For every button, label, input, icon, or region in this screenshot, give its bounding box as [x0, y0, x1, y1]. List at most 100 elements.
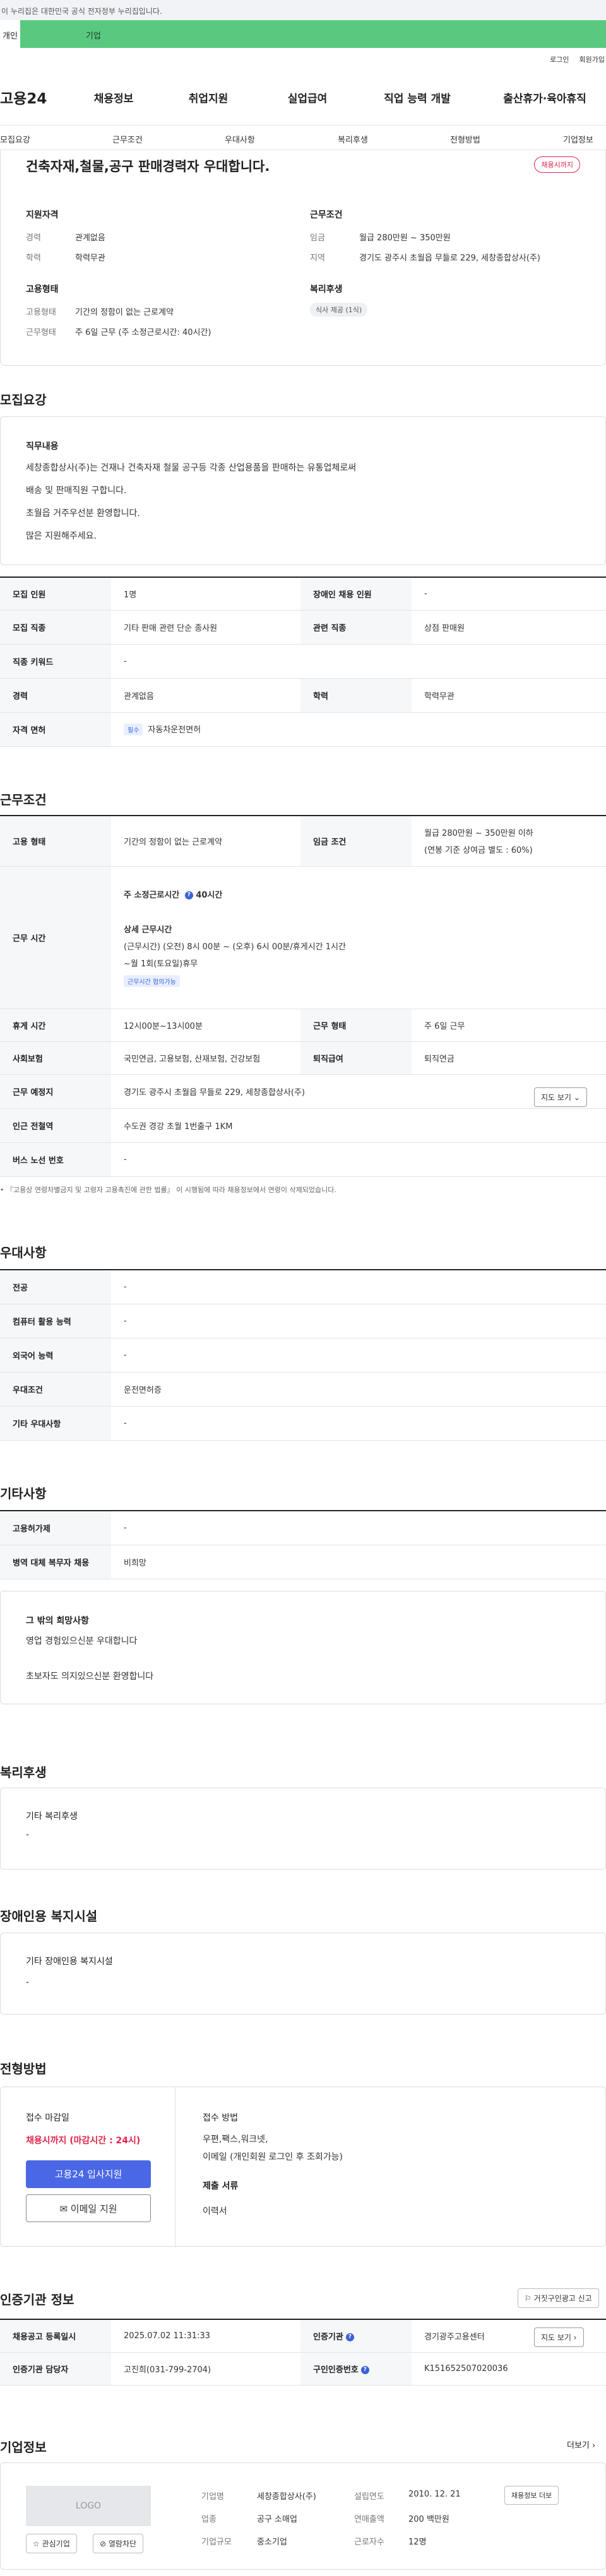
table-row: 휴게 시간 12시00분~13시00분 근무 형태 주 6일 근무: [0, 1009, 606, 1042]
other-wish-line: 초보자도 의지있으신분 환영합니다: [26, 1671, 154, 1682]
cell-label: 전공: [0, 1270, 111, 1304]
job-summary-card: 건축자재,철물,공구 판매경력자 우대합니다. 채용시까지 지원자격 경력 관계…: [0, 150, 606, 366]
cell-value: 월급 280만원 ~ 350만원 이하 (연봉 기준 상여금 별도 : 60%): [412, 816, 606, 867]
deadline-heading: 접수 마감일: [26, 2113, 69, 2123]
more-link[interactable]: 더보기 ›: [567, 2438, 595, 2450]
info-icon[interactable]: ?: [184, 891, 193, 899]
gov-banner: 이 누리집은 대한민국 공식 전자정부 누리집입니다.: [0, 0, 606, 20]
company-jobs-button[interactable]: 채용정보 더보: [504, 2486, 559, 2505]
age-note: • 『고용상 연령차별금지 및 고령자 고용촉진에 관한 법률』 이 시행됨에 …: [0, 1186, 336, 1194]
table-row: 고용 형태 기간의 정함이 없는 근로계약 임금 조건 월급 280만원 ~ 35…: [0, 816, 606, 867]
interest-label: 관심기업: [42, 2539, 70, 2548]
interest-company-button[interactable]: ☆ 관심기업: [26, 2534, 77, 2553]
report-fake-ad-label: 거짓구인광고 신고: [533, 2294, 592, 2303]
cell-label: 근무 시간: [0, 866, 111, 1009]
table-row: 모집 직종 기타 판매 관련 단순 종사원 관련 직종 상점 판매원: [0, 610, 606, 645]
cell-label: 임금 조건: [300, 816, 412, 867]
star-icon: ☆: [33, 2539, 42, 2548]
duty-line: 세창종합상사(주)는 건재나 건축자재 철물 공구등 각종 산업용품을 판매하는…: [26, 463, 357, 473]
gnb-unemployment-benefits[interactable]: 실업급여: [264, 90, 351, 105]
cell-label: 근무 예정지: [0, 1074, 111, 1109]
section-nav: 모집요강 근무조건 우대사항 복리후생 전형방법 기업정보: [0, 125, 606, 150]
login-link[interactable]: 로그인: [550, 54, 569, 64]
etc-table: 고용허가제 - 병역 대체 복무자 채용 비희망: [0, 1510, 606, 1579]
report-fake-ad-button[interactable]: ⚐ 거짓구인광고 신고: [518, 2288, 599, 2308]
subnav-company[interactable]: 기업정보: [563, 133, 593, 145]
tab-personal[interactable]: 개인: [0, 20, 20, 48]
info-icon[interactable]: ?: [360, 2365, 369, 2374]
subnav-recruit[interactable]: 모집요강: [0, 133, 30, 145]
docs-heading: 제출 서류: [203, 2181, 239, 2191]
cell-value: 12시00분~13시00분: [111, 1009, 300, 1042]
duty-line: 초월읍 거주우선분 환영합니다.: [26, 508, 140, 518]
block-view-button[interactable]: ⊘ 열람차단: [93, 2534, 144, 2553]
employment-type-label: 고용형태: [26, 308, 56, 317]
email-apply-button[interactable]: ✉ 이메일 지원: [26, 2194, 151, 2222]
wage-line: 월급 280만원 ~ 350만원 이하: [424, 829, 533, 839]
cell-value: 주 소정근로시간 ? 40시간 상세 근무시간 (근무시간) (오전) 8시 0…: [111, 866, 606, 1009]
duty-line: 배송 및 판매직원 구합니다.: [26, 486, 127, 496]
work-type-value: 주 6일 근무 (주 소정근로시간: 40시간): [75, 328, 211, 337]
company-name-label: 기업명: [201, 2492, 224, 2502]
work-table: 고용 형태 기간의 정함이 없는 근로계약 임금 조건 월급 280만원 ~ 35…: [0, 815, 606, 1177]
cell-value: 필수 자동차운전면허: [111, 712, 606, 747]
recruit-title: 모집요강: [0, 392, 47, 407]
cell-label: 인증기관 담당자: [0, 2352, 111, 2386]
detail-hours-line: (근무시간) (오전) 8시 00분 ~ (오후) 6시 00분/휴게시간 1시…: [124, 942, 346, 952]
detail-hours-heading: 상세 근무시간: [124, 925, 172, 935]
email-apply-label: 이메일 지원: [70, 2203, 117, 2215]
gnb-jobs[interactable]: 채용정보: [74, 90, 153, 105]
gnb-skills-development[interactable]: 직업 능력 개발: [351, 90, 484, 105]
welfare-box: 기타 복리후생 -: [0, 1788, 606, 1870]
table-row: 병역 대체 복무자 채용 비희망: [0, 1545, 606, 1579]
cell-label: 채용공고 등록일시: [0, 2319, 111, 2353]
gnb-parental-leave[interactable]: 출산휴가·육아휴직: [484, 90, 606, 105]
license-value: 자동차운전면허: [148, 725, 201, 735]
cell-value: 1명: [111, 577, 300, 611]
org-map-button[interactable]: 지도 보기 ›: [534, 2327, 584, 2347]
cell-value: 고진희(031-799-2704): [111, 2352, 300, 2386]
other-wish-line: 영업 경험있으신분 우대합니다: [26, 1636, 138, 1646]
table-row: 인증기관 담당자 고진희(031-799-2704) 구인인증번호? K151652…: [0, 2352, 606, 2386]
global-nav: 고용24 채용정보 취업지원 실업급여 직업 능력 개발 출산휴가·육아휴직: [0, 83, 606, 111]
welfare-title: 복리후생: [0, 1765, 47, 1780]
cell-label: 휴게 시간: [0, 1009, 111, 1042]
signup-link[interactable]: 회원가입: [579, 54, 605, 64]
cell-value: 운전면허증: [111, 1372, 606, 1407]
subnav-process[interactable]: 전형방법: [450, 133, 480, 145]
disabled-box: 기타 장애인용 복지시설 -: [0, 1933, 606, 2015]
subnav-work[interactable]: 근무조건: [112, 133, 143, 145]
cell-label: 인증기관?: [300, 2319, 412, 2353]
cell-label: 버스 노선 번호: [0, 1142, 111, 1177]
qualification-heading: 지원자격: [26, 210, 59, 220]
education-value: 학력무관: [75, 254, 105, 263]
company-title: 기업정보: [0, 2440, 47, 2455]
job-title: 건축자재,철물,공구 판매경력자 우대합니다.: [26, 159, 270, 174]
cell-value: 기간의 정함이 없는 근로계약: [111, 816, 300, 867]
table-row: 직종 키워드 -: [0, 644, 606, 679]
info-icon[interactable]: ?: [345, 2333, 354, 2341]
tab-enterprise[interactable]: 기업: [20, 20, 606, 48]
process-title: 전형방법: [0, 2061, 47, 2076]
work-title: 근무조건: [0, 792, 47, 807]
company-name-value: 세창종합상사(주): [257, 2492, 316, 2502]
cell-label: 자격 면허: [0, 712, 111, 747]
subnav-prefer[interactable]: 우대사항: [225, 133, 255, 145]
status-badge: 채용시까지: [534, 156, 580, 173]
gnb-employment-support[interactable]: 취업지원: [153, 90, 264, 105]
welfare-chip: 식사 제공 (1식): [310, 303, 368, 317]
cell-label: 경력: [0, 678, 111, 713]
subnav-welfare[interactable]: 복리후생: [338, 133, 368, 145]
apply-button[interactable]: 고용24 입사지원: [26, 2160, 151, 2188]
table-row: 기타 우대사항 -: [0, 1406, 606, 1441]
disabled-title: 장애인용 복지시설: [0, 1909, 98, 1924]
employment-type-value: 기간의 정함이 없는 근로계약: [75, 308, 174, 317]
cell-label: 우대조건: [0, 1372, 111, 1407]
cell-label: 관련 직종: [300, 610, 412, 645]
cell-value: 비희망: [111, 1545, 606, 1579]
cell-label: 장애인 채용 인원: [300, 577, 412, 611]
map-view-button[interactable]: 지도 보기 ⌄: [534, 1087, 587, 1107]
site-logo[interactable]: 고용24: [0, 86, 74, 108]
duty-heading: 직무내용: [26, 442, 59, 452]
cell-value: 관계없음: [111, 678, 300, 713]
